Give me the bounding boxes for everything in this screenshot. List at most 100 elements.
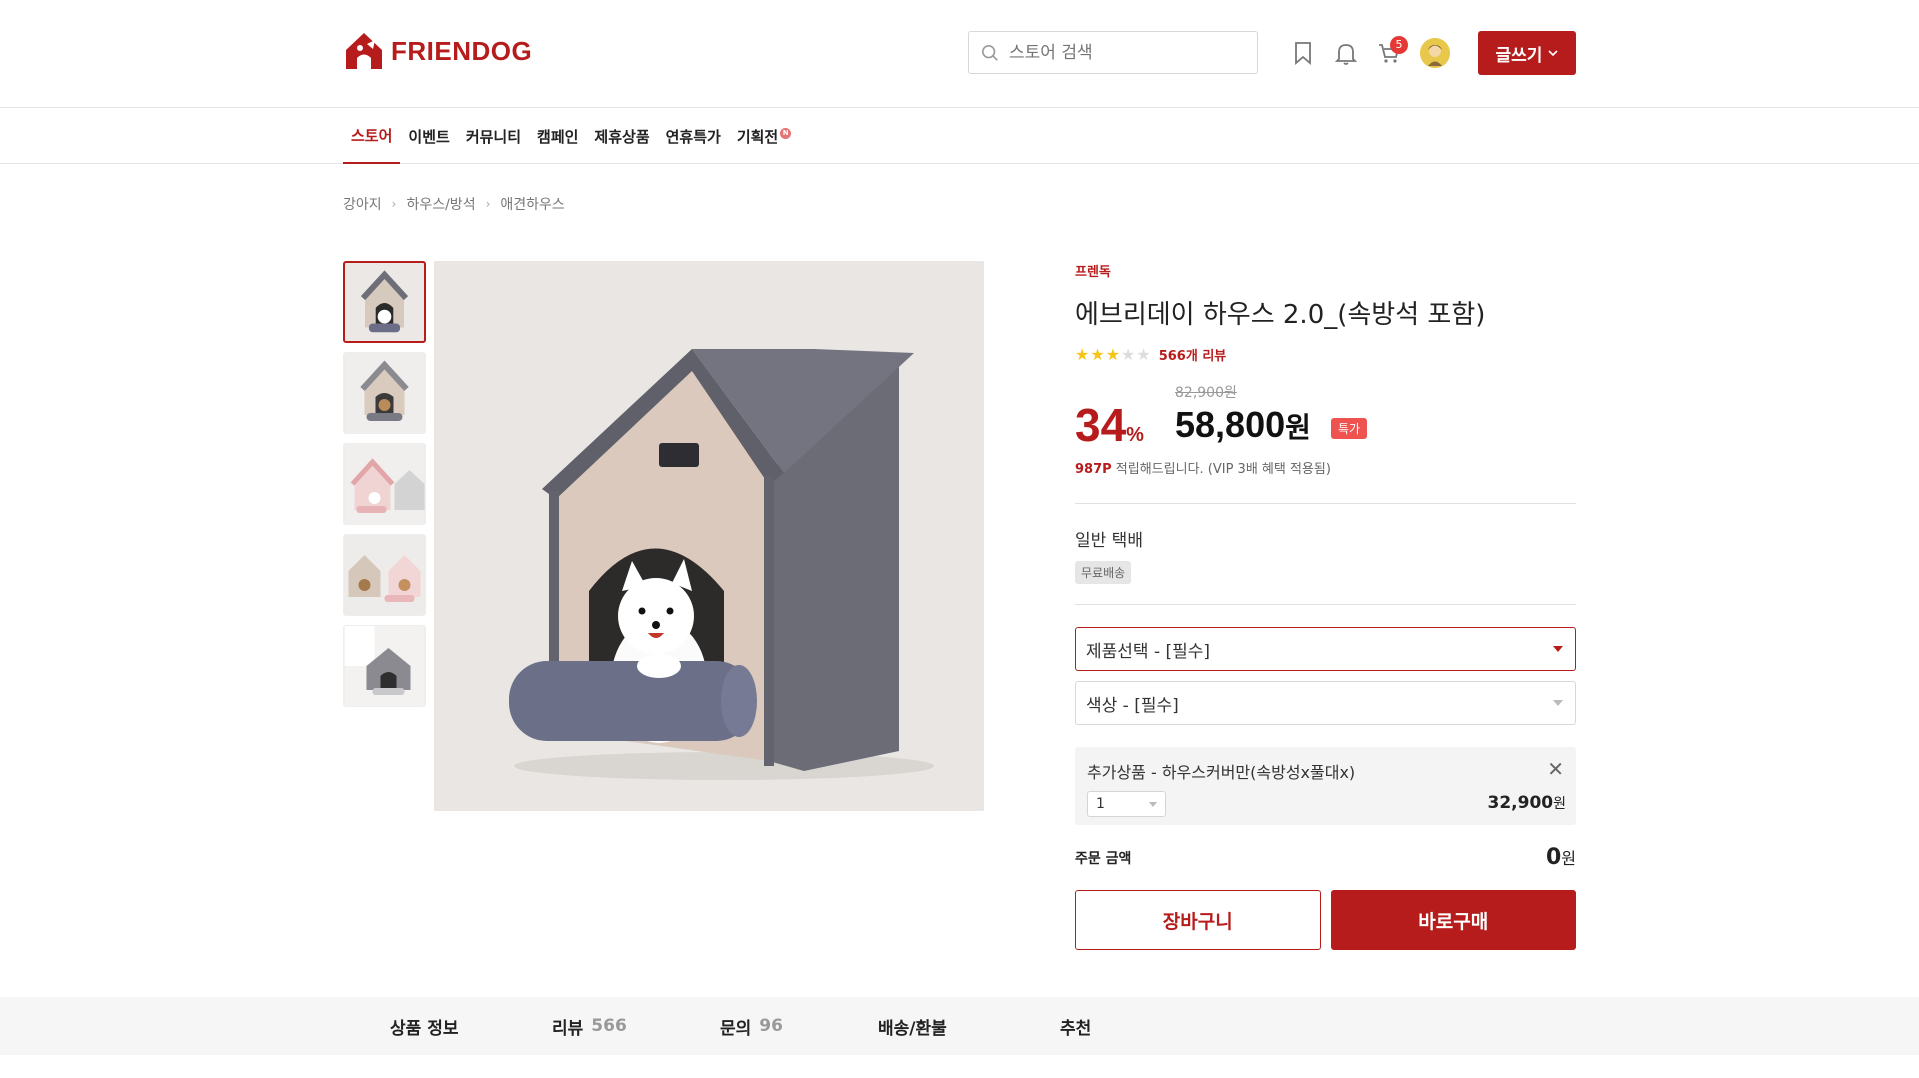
breadcrumb-item[interactable]: 강아지	[343, 194, 382, 214]
addon-price-unit: 원	[1553, 796, 1566, 812]
review-count-link[interactable]: 566개 리뷰	[1159, 345, 1227, 364]
tab-reviews[interactable]: 리뷰 566	[552, 1014, 720, 1039]
nav-label: 스토어	[351, 126, 393, 145]
discount-value: 34	[1075, 399, 1127, 451]
selected-addon-item: 추가상품 - 하우스커버만(속방성x풀대x) ✕ 1 32,900원	[1075, 747, 1576, 825]
nav-item-partner[interactable]: 제휴상품	[586, 108, 657, 164]
thumbnail[interactable]	[343, 625, 426, 707]
tab-recommend[interactable]: 추천	[1060, 1014, 1091, 1039]
search-input[interactable]	[1009, 42, 1239, 63]
new-badge: N	[780, 127, 792, 139]
star-rating: ★ ★ ★ ★ ★	[1075, 345, 1151, 364]
select-value: 제품선택 - [필수]	[1086, 641, 1211, 662]
breadcrumb-item[interactable]: 애견하우스	[500, 194, 564, 214]
addon-price-value: 32,900	[1487, 793, 1554, 813]
product-title: 에브리데이 하우스 2.0_(속방석 포함)	[1075, 300, 1486, 330]
write-button-label: 글쓰기	[1495, 45, 1543, 66]
nav-item-community[interactable]: 커뮤니티	[458, 108, 529, 164]
discount-rate: 34%	[1075, 398, 1144, 452]
category-nav: 스토어 이벤트 커뮤니티 캠페인 제휴상품 연휴특가 기획전 N	[0, 108, 1919, 164]
logo-wordmark: FRIENDOG	[391, 35, 533, 66]
nav-item-holiday-deal[interactable]: 연휴특가	[658, 108, 729, 164]
thumbnail-image	[344, 353, 425, 433]
bell-icon[interactable]	[1333, 40, 1359, 66]
order-total-label: 주문 금액	[1075, 850, 1132, 867]
thumbnail-image	[345, 263, 424, 341]
points-value: 987P	[1075, 462, 1112, 477]
star-empty-icon: ★	[1121, 345, 1136, 364]
cart-count-badge: 5	[1390, 36, 1408, 54]
color-option-select[interactable]: 색상 - [필수]	[1075, 681, 1576, 725]
nav-label: 연휴특가	[665, 127, 721, 146]
nav-item-exhibition[interactable]: 기획전 N	[729, 108, 799, 164]
remove-addon-close-icon[interactable]: ✕	[1547, 757, 1564, 781]
order-total-value: 0원	[1546, 845, 1576, 870]
breadcrumb-item[interactable]: 하우스/방석	[406, 194, 475, 214]
discount-unit: %	[1126, 424, 1144, 446]
quantity-value: 1	[1096, 796, 1105, 812]
add-to-cart-button[interactable]: 장바구니	[1075, 890, 1321, 950]
write-button[interactable]: 글쓰기	[1478, 31, 1576, 75]
dropdown-arrow-icon	[1149, 801, 1157, 807]
sale-price: 58,800원	[1175, 404, 1311, 446]
thumbnail-list	[343, 261, 426, 707]
avatar-illustration	[1420, 38, 1450, 68]
tab-inquiries[interactable]: 문의 96	[720, 1014, 878, 1039]
search-icon	[981, 44, 998, 61]
price-block: 34% 82,900원 58,800원 특가	[1075, 382, 1576, 452]
tab-product-info[interactable]: 상품 정보	[390, 1014, 552, 1039]
tab-label: 문의	[720, 1018, 752, 1039]
price-unit: 원	[1285, 411, 1311, 444]
select-value: 색상 - [필수]	[1086, 695, 1179, 716]
nav-label: 커뮤니티	[465, 127, 522, 146]
bookmark-icon[interactable]	[1290, 40, 1316, 66]
product-photo	[434, 261, 984, 811]
chevron-down-icon	[1548, 49, 1559, 56]
breadcrumb: 강아지 › 하우스/방석 › 애견하우스	[343, 194, 565, 214]
user-avatar[interactable]	[1420, 38, 1450, 68]
tab-label: 추천	[1060, 1018, 1092, 1039]
divider	[1075, 604, 1576, 605]
nav-label: 이벤트	[408, 127, 450, 146]
free-shipping-badge: 무료배송	[1075, 561, 1132, 584]
rating-row: ★ ★ ★ ★ ★ 566개 리뷰	[1075, 345, 1576, 364]
thumbnail-image	[344, 535, 425, 615]
nav-item-campaign[interactable]: 캠페인	[529, 108, 586, 164]
thumbnail-image	[344, 626, 425, 706]
product-option-select[interactable]: 제품선택 - [필수]	[1075, 627, 1576, 671]
buy-now-button[interactable]: 바로구매	[1330, 890, 1576, 950]
thumbnail[interactable]	[343, 534, 426, 616]
friendog-logo[interactable]: FRIENDOG	[343, 30, 532, 72]
chevron-right-icon: ›	[485, 197, 491, 211]
shipping-type: 일반 택배	[1075, 531, 1143, 551]
nav-item-event[interactable]: 이벤트	[400, 108, 457, 164]
points-text: 적립해드립니다. (VIP 3배 혜택 적용됨)	[1111, 462, 1331, 477]
brand-link[interactable]: 프렌독	[1075, 261, 1576, 280]
tab-shipping-refund[interactable]: 배송/환불	[878, 1014, 1060, 1039]
nav-item-store[interactable]: 스토어	[343, 108, 401, 164]
quantity-select[interactable]: 1	[1087, 791, 1166, 817]
product-info-panel: 프렌독 에브리데이 하우스 2.0_(속방석 포함) ★ ★ ★ ★ ★ 566…	[1075, 261, 1576, 950]
original-price: 82,900원	[1175, 385, 1237, 401]
tab-label: 리뷰	[552, 1018, 584, 1039]
total-amount: 0	[1545, 845, 1562, 870]
tab-count: 96	[759, 1016, 783, 1036]
thumbnail[interactable]	[343, 352, 426, 434]
thumbnail[interactable]	[343, 443, 426, 525]
star-filled-icon: ★	[1075, 345, 1090, 364]
addon-name: 추가상품 - 하우스커버만(속방성x풀대x)	[1087, 763, 1356, 782]
search-box[interactable]	[968, 31, 1258, 74]
top-header: FRIENDOG 5 글쓰기	[0, 0, 1919, 108]
nav-label: 제휴상품	[594, 127, 650, 146]
nav-label: 기획전	[736, 127, 779, 146]
divider	[1075, 503, 1576, 504]
star-empty-icon: ★	[1136, 345, 1151, 364]
thumbnail[interactable]	[343, 261, 426, 343]
total-unit: 원	[1561, 849, 1576, 868]
points-info: 987P 적립해드립니다. (VIP 3배 혜택 적용됨)	[1075, 458, 1576, 477]
detail-tab-bar: 상품 정보 리뷰 566 문의 96 배송/환불 추천	[0, 997, 1919, 1055]
dropdown-arrow-icon	[1553, 700, 1563, 706]
main-product-image[interactable]	[434, 261, 984, 811]
tab-label: 배송/환불	[878, 1018, 947, 1039]
special-deal-badge: 특가	[1331, 418, 1368, 439]
